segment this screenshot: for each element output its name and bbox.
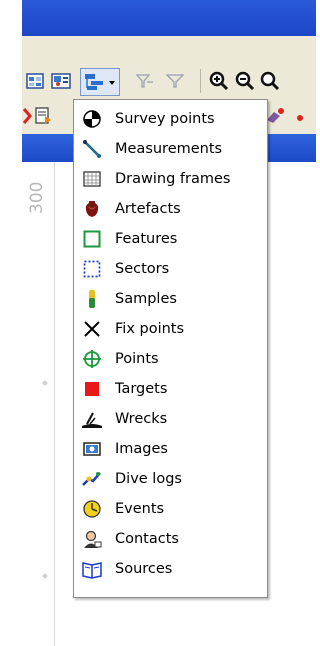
layer-dropdown-menu: Survey points Measurements Drawing frame… (73, 99, 268, 598)
menu-item-label: Images (115, 441, 168, 457)
image-icon (81, 438, 103, 460)
menu-item-events[interactable]: Events (74, 494, 267, 524)
contact-icon (81, 528, 103, 550)
menu-item-measurements[interactable]: Measurements (74, 134, 267, 164)
filter-funnel-icon[interactable] (164, 70, 186, 92)
drawing-frame-icon (81, 168, 103, 190)
menu-item-images[interactable]: Images (74, 434, 267, 464)
table-icon[interactable] (24, 70, 46, 92)
menu-item-label: Samples (115, 291, 177, 307)
map-layer-icon[interactable] (50, 70, 72, 92)
left-margin (0, 0, 22, 646)
filter-icon[interactable] (134, 70, 156, 92)
sample-icon (81, 288, 103, 310)
vertical-ruler (22, 162, 55, 646)
artefact-icon (81, 198, 103, 220)
menu-item-label: Measurements (115, 141, 223, 157)
menu-item-label: Drawing frames (115, 171, 231, 187)
menu-item-drawing-frames[interactable]: Drawing frames (74, 164, 267, 194)
zoom-in-icon[interactable] (208, 70, 230, 92)
menu-item-label: Artefacts (115, 201, 181, 217)
menu-item-points[interactable]: Points (74, 344, 267, 374)
sector-icon (81, 258, 103, 280)
zoom-out-icon[interactable] (234, 70, 256, 92)
menu-item-dive-logs[interactable]: Dive logs (74, 464, 267, 494)
menu-item-label: Fix points (115, 321, 185, 337)
ruler-label: 300 (27, 181, 47, 215)
menu-item-label: Features (115, 231, 178, 247)
target-icon (81, 378, 103, 400)
event-icon (81, 498, 103, 520)
wreck-icon (81, 408, 103, 430)
menu-item-contacts[interactable]: Contacts (74, 524, 267, 554)
menu-item-targets[interactable]: Targets (74, 374, 267, 404)
menu-item-label: Events (115, 501, 165, 517)
survey-point-icon (81, 108, 103, 130)
fix-point-icon (81, 318, 103, 340)
menu-item-fix-points[interactable]: Fix points (74, 314, 267, 344)
point-icon (81, 348, 103, 370)
toolbar-main (22, 64, 316, 99)
menu-bar (22, 36, 316, 65)
zoom-icon[interactable] (260, 70, 280, 92)
menu-item-samples[interactable]: Samples (74, 284, 267, 314)
menu-item-wrecks[interactable]: Wrecks (74, 404, 267, 434)
dive-log-icon (81, 468, 103, 490)
toolbar-separator (200, 69, 201, 93)
menu-item-sources[interactable]: Sources (74, 554, 267, 584)
menu-item-survey-points[interactable]: Survey points (74, 104, 267, 134)
layer-tree-dropdown-icon[interactable] (80, 68, 120, 96)
menu-item-label: Sources (115, 561, 173, 577)
menu-item-label: Sectors (115, 261, 170, 277)
feature-icon (81, 228, 103, 250)
pin-icon[interactable] (294, 105, 314, 127)
measurement-icon (81, 138, 103, 160)
menu-item-label: Targets (115, 381, 168, 397)
menu-item-label: Contacts (115, 531, 179, 547)
menu-item-label: Dive logs (115, 471, 182, 487)
menu-item-sectors[interactable]: Sectors (74, 254, 267, 284)
menu-item-features[interactable]: Features (74, 224, 267, 254)
window-titlebar (22, 0, 316, 36)
menu-item-label: Wrecks (115, 411, 168, 427)
menu-item-artefacts[interactable]: Artefacts (74, 194, 267, 224)
source-icon (81, 558, 103, 580)
menu-item-label: Points (115, 351, 159, 367)
menu-item-label: Survey points (115, 111, 215, 127)
document-icon[interactable] (32, 105, 54, 127)
